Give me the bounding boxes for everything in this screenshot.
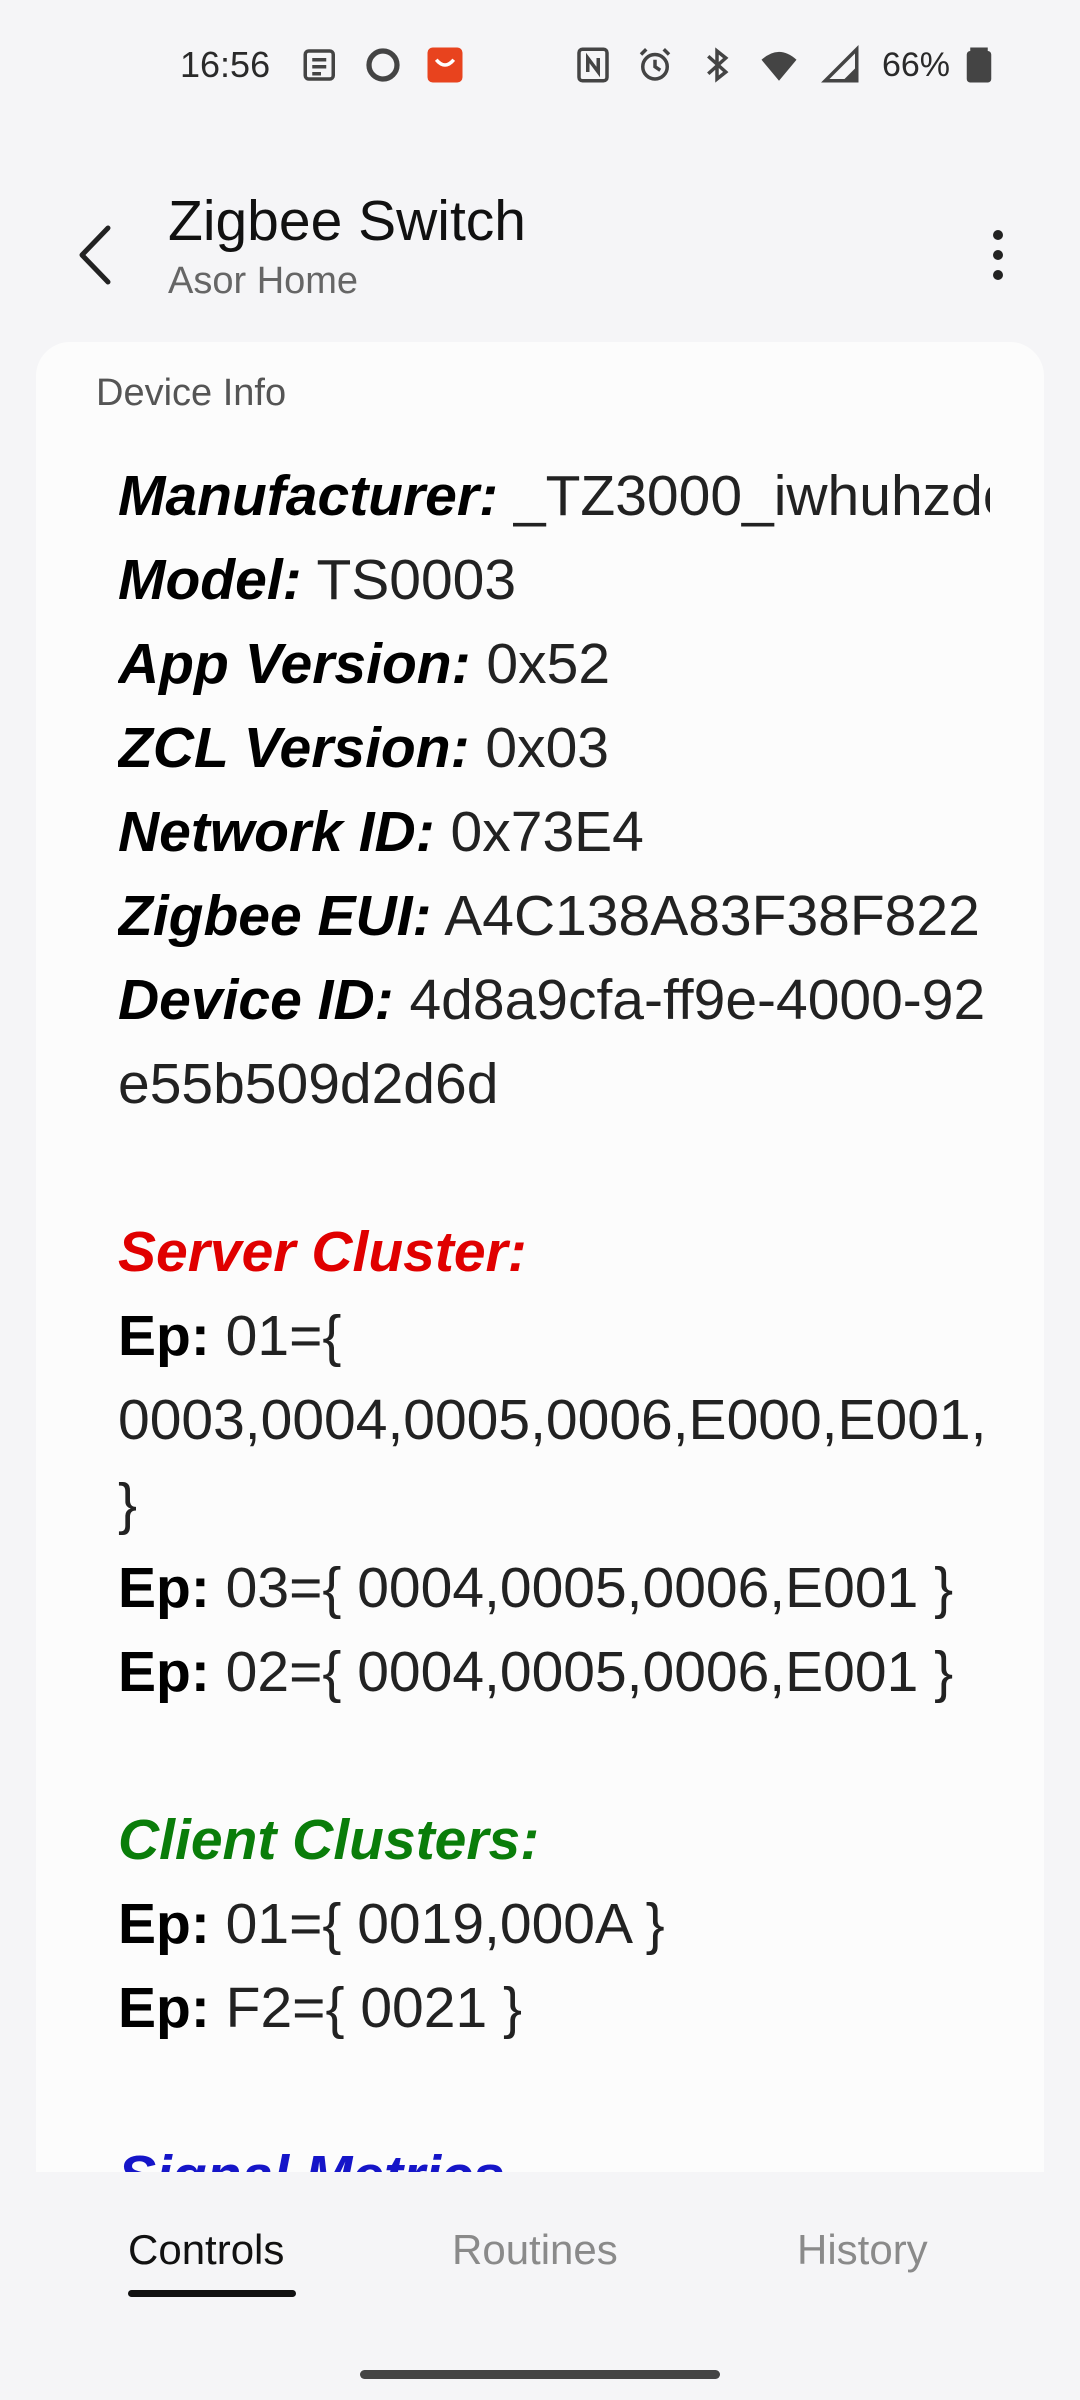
zcl-version-value: 0x03 [469, 716, 609, 780]
section-label: Device Info [96, 372, 287, 414]
zigbee-eui-value: A4C138A83F38F822 [431, 884, 980, 948]
client-ep-01-value: 01={ 0019,000A } [209, 1892, 665, 1956]
device-id-value-continued: e55b509d2d6d [118, 1052, 499, 1116]
server-ep-02-row: Ep: 02={ 0004,0005,0006,E001 } [118, 1630, 990, 1714]
server-ep-01-cluster-list: 0003,0004,0005,0006,E000,E001, [118, 1388, 987, 1452]
zigbee-eui-label: Zigbee EUI: [118, 884, 432, 948]
tab-history[interactable]: History [797, 2226, 928, 2274]
server-ep-03-row: Ep: 03={ 0004,0005,0006,E001 } [118, 1546, 990, 1630]
tab-controls[interactable]: Controls [128, 2226, 284, 2274]
home-gesture-handle[interactable] [360, 2370, 720, 2379]
tab-routines[interactable]: Routines [452, 2226, 618, 2274]
status-time: 16:56 [180, 44, 271, 85]
server-ep-02-value: 02={ 0004,0005,0006,E001 } [209, 1640, 954, 1704]
status-left: 16:56 [180, 44, 466, 86]
manufacturer-label: Manufacturer: [118, 464, 499, 528]
page-title: Zigbee Switch [168, 189, 527, 253]
page-subtitle: Asor Home [168, 260, 359, 302]
server-cluster-heading: Server Cluster: [118, 1220, 527, 1284]
signal-metrics-heading-row: Signal Metrics [118, 2134, 990, 2172]
more-options-button[interactable] [958, 210, 1038, 300]
device-info-card: Device Info Manufacturer: _TZ3000_iwhuhz… [36, 342, 1044, 2172]
wifi-icon [758, 44, 800, 86]
status-right: 66% [572, 44, 1000, 86]
server-ep-01-row: Ep: 01={ [118, 1294, 990, 1378]
server-ep-03-value: 03={ 0004,0005,0006,E001 } [209, 1556, 954, 1620]
app-version-value: 0x52 [470, 632, 611, 696]
news-icon [300, 44, 342, 86]
device-id-label: Device ID: [118, 968, 394, 1032]
zigbee-eui-row: Zigbee EUI: A4C138A83F38F822 [118, 874, 990, 958]
device-id-row-continued: e55b509d2d6d [118, 1042, 990, 1126]
server-ep-01-close: } [118, 1462, 990, 1546]
circle-app-icon [362, 44, 404, 86]
app-bar: Zigbee Switch Asor Home [0, 180, 1080, 330]
manufacturer-value: _TZ3000_iwhuhzdo [498, 464, 990, 528]
ep-label: Ep: [118, 1976, 210, 2040]
signal-icon [820, 44, 862, 86]
device-id-value: 4d8a9cfa-ff9e-4000-92 [393, 968, 986, 1032]
server-cluster-heading-row: Server Cluster: [118, 1210, 990, 1294]
back-button[interactable] [50, 210, 140, 300]
device-info-text: Manufacturer: _TZ3000_iwhuhzdo Model: TS… [118, 454, 990, 2172]
manufacturer-row: Manufacturer: _TZ3000_iwhuhzdo [118, 454, 990, 538]
ep-label: Ep: [118, 1556, 210, 1620]
bottom-navigation: Controls Routines History [0, 2172, 1080, 2400]
app-version-label: App Version: [118, 632, 471, 696]
zcl-version-row: ZCL Version: 0x03 [118, 706, 990, 790]
ep-label: Ep: [118, 1304, 210, 1368]
client-clusters-heading-row: Client Clusters: [118, 1798, 990, 1882]
server-ep-01-clusters: 0003,0004,0005,0006,E000,E001, [118, 1378, 990, 1462]
client-ep-f2-value: F2={ 0021 } [209, 1976, 523, 2040]
network-id-label: Network ID: [118, 800, 435, 864]
aliexpress-icon [424, 44, 466, 86]
chevron-left-icon [79, 225, 111, 285]
model-value: TS0003 [301, 548, 517, 612]
network-id-value: 0x73E4 [434, 800, 644, 864]
client-ep-f2-row: Ep: F2={ 0021 } [118, 1966, 990, 2050]
bluetooth-icon [696, 44, 738, 86]
server-ep-01-close-brace: } [118, 1472, 138, 1536]
battery-icon [958, 44, 1000, 86]
ep-label: Ep: [118, 1640, 210, 1704]
status-bar: 16:56 66% [0, 0, 1080, 130]
device-id-row: Device ID: 4d8a9cfa-ff9e-4000-92 [118, 958, 990, 1042]
zcl-version-label: ZCL Version: [118, 716, 470, 780]
client-clusters-heading: Client Clusters: [118, 1808, 540, 1872]
more-vertical-icon [993, 230, 1003, 280]
model-row: Model: TS0003 [118, 538, 990, 622]
nfc-icon [572, 44, 614, 86]
battery-percent: 66% [881, 45, 950, 84]
alarm-icon [634, 44, 676, 86]
model-label: Model: [118, 548, 302, 612]
network-id-row: Network ID: 0x73E4 [118, 790, 990, 874]
client-ep-01-row: Ep: 01={ 0019,000A } [118, 1882, 990, 1966]
app-version-row: App Version: 0x52 [118, 622, 990, 706]
ep-label: Ep: [118, 1892, 210, 1956]
battery-indicator: 66% [882, 44, 1000, 86]
signal-metrics-heading: Signal Metrics [118, 2144, 504, 2172]
active-tab-indicator [128, 2290, 296, 2297]
server-ep-01-value: 01={ [209, 1304, 342, 1368]
